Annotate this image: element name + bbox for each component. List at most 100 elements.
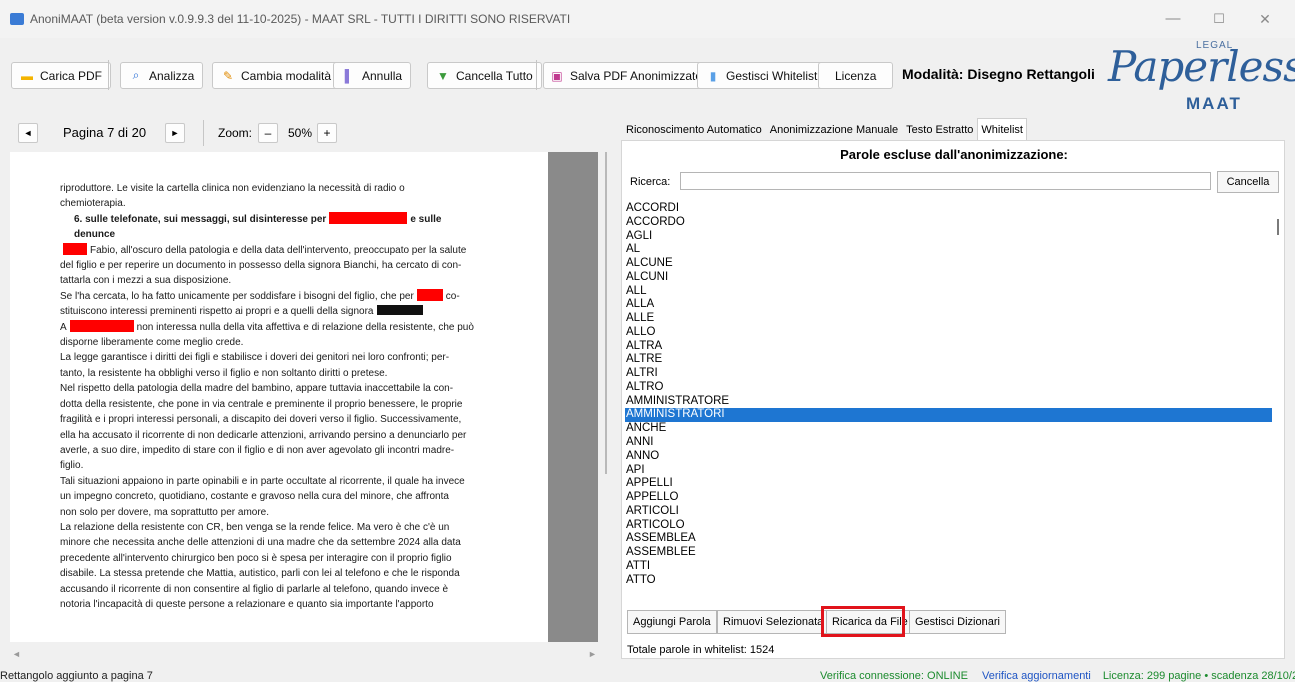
save-pdf-button[interactable]: ▣ Salva PDF Anonimizzato <box>543 62 710 89</box>
app-icon <box>10 13 24 25</box>
add-word-button[interactable]: Aggiungi Parola <box>627 610 717 634</box>
list-item[interactable]: ATTI <box>625 560 1272 574</box>
document-line: 6. sulle telefonate, sui messaggi, sul d… <box>60 211 500 227</box>
list-item[interactable]: ASSEMBLEA <box>625 532 1272 546</box>
list-item[interactable]: ARTICOLI <box>625 505 1272 519</box>
vertical-scrollbar[interactable] <box>605 152 607 474</box>
list-item[interactable]: ANNO <box>625 450 1272 464</box>
manage-dictionaries-button[interactable]: Gestisci Dizionari <box>909 610 1006 634</box>
remove-selected-button[interactable]: Rimuovi Selezionata <box>717 610 830 634</box>
document-text: co- <box>445 290 460 302</box>
license-label: Licenza <box>835 68 877 83</box>
whitelist-list[interactable]: ACCORDI ACCORDO AGLI AL ALCUNE ALCUNI ALL ALLA A… <box>625 202 1272 597</box>
list-item[interactable]: ACCORDI <box>625 202 1272 216</box>
redaction-box[interactable] <box>69 319 134 332</box>
list-item[interactable]: ANCHE <box>625 422 1272 436</box>
list-item[interactable]: ALTRO <box>625 381 1272 395</box>
list-item[interactable]: APPELLI <box>625 477 1272 491</box>
list-item[interactable]: ALLE <box>625 312 1272 326</box>
change-mode-button[interactable]: ✎ Cambia modalità <box>212 62 341 89</box>
scroll-left-icon[interactable]: ◄ <box>12 649 21 659</box>
list-item[interactable]: ATTO <box>625 574 1272 588</box>
list-item[interactable]: ALTRI <box>625 367 1272 381</box>
zoom-out-button[interactable]: – <box>258 123 278 143</box>
minimize-button[interactable]: — <box>1150 6 1196 32</box>
document-text: Tali situazioni appaiono in parte opinab… <box>60 475 465 487</box>
document-line: riproduttore. Le visite la cartella clin… <box>60 181 500 196</box>
document-text: precedente all'intervento chirurgico ben… <box>60 552 452 564</box>
tab-manual-anonymization[interactable]: Anonimizzazione Manuale <box>766 118 902 140</box>
tab-auto-recognition[interactable]: Riconoscimento Automatico <box>622 118 766 140</box>
connection-status: Verifica connessione: ONLINE <box>820 670 968 682</box>
list-item[interactable]: AMMINISTRATORI <box>625 408 1272 423</box>
tab-extracted-text[interactable]: Testo Estratto <box>902 118 977 140</box>
document-text: disabile. La stessa pretende che Mattia,… <box>60 568 460 580</box>
list-item[interactable]: ARTICOLO <box>625 519 1272 533</box>
check-updates-link[interactable]: Verifica aggiornamenti <box>982 670 1091 682</box>
undo-label: Annulla <box>362 68 403 83</box>
license-status: Licenza: 299 pagine • scadenza 28/10/202… <box>1102 670 1295 682</box>
document-text: minore che necessita anche delle attenzi… <box>60 537 461 549</box>
redaction-box[interactable] <box>376 305 423 316</box>
scroll-right-icon[interactable]: ► <box>588 649 597 659</box>
list-item[interactable]: APPELLO <box>625 491 1272 505</box>
list-item[interactable]: AGLI <box>625 230 1272 244</box>
horizontal-scrollbar[interactable]: ◄ ► <box>10 648 600 662</box>
cancel-search-button[interactable]: Cancella <box>1217 171 1279 193</box>
list-item[interactable]: ALCUNI <box>625 271 1272 285</box>
list-scrollbar-thumb[interactable] <box>1277 219 1279 235</box>
prev-page-button[interactable]: ◄ <box>18 123 38 143</box>
load-pdf-button[interactable]: ▬ Carica PDF <box>11 62 112 89</box>
document-line: denunce <box>60 227 500 242</box>
redaction-box[interactable] <box>63 242 87 255</box>
whitelist-total: Totale parole in whitelist: 1524 <box>627 644 775 656</box>
list-item[interactable]: ALLA <box>625 298 1272 312</box>
highlight-frame <box>821 606 905 637</box>
redaction-box[interactable] <box>329 211 408 224</box>
document-text: un impegno concreto, quotidiano, costant… <box>60 491 449 503</box>
document-line: tattarla con i mezzi a sua disposizione. <box>60 273 500 288</box>
document-text: denunce <box>74 229 116 241</box>
maximize-button[interactable]: ☐ <box>1196 6 1242 32</box>
document-text: La legge garantisce i diritti dei figli … <box>60 352 450 364</box>
close-button[interactable]: ✕ <box>1242 6 1288 32</box>
license-button[interactable]: Licenza <box>818 62 894 89</box>
document-line: La relazione della resistente con CR, be… <box>60 520 500 535</box>
document-text: non interessa nulla della vita affettiva… <box>136 321 474 333</box>
tab-whitelist[interactable]: Whitelist <box>977 118 1027 140</box>
zoom-in-button[interactable]: + <box>317 123 337 143</box>
document-text: stituiscono interessi preminenti rispett… <box>60 306 374 318</box>
next-page-button[interactable]: ► <box>165 123 185 143</box>
list-item[interactable]: ALLO <box>625 326 1272 340</box>
list-item[interactable]: ASSEMBLEE <box>625 546 1272 560</box>
pencil-icon: ✎ <box>222 68 234 83</box>
search-input[interactable] <box>680 172 1211 190</box>
clear-all-button[interactable]: ▼ Cancella Tutto <box>427 62 542 89</box>
analyze-button[interactable]: ⌕ Analizza <box>120 62 204 89</box>
redaction-box[interactable] <box>416 288 443 301</box>
list-item[interactable]: ANNI <box>625 436 1272 450</box>
canvas-background <box>548 152 598 642</box>
zoom-label: Zoom: <box>218 126 253 140</box>
document-text: 6. sulle telefonate, sui messaggi, sul d… <box>74 213 327 225</box>
list-item[interactable]: AMMINISTRATORE <box>625 395 1272 409</box>
trash-icon: ▼ <box>437 68 449 83</box>
document-text: fragilità e i propri interessi personali… <box>60 414 462 426</box>
document-line: precedente all'intervento chirurgico ben… <box>60 551 500 566</box>
document-line: non solo per dovere, ma soprattutto per … <box>60 505 500 520</box>
logo-maat: MAAT <box>1186 94 1242 113</box>
list-item[interactable]: API <box>625 464 1272 478</box>
list-item[interactable]: ALTRA <box>625 340 1272 354</box>
list-item[interactable]: ALTRE <box>625 353 1272 367</box>
manage-whitelist-button[interactable]: ▮ Gestisci Whitelist <box>697 62 827 89</box>
pdf-canvas[interactable]: riproduttore. Le visite la cartella clin… <box>10 152 548 642</box>
undo-button[interactable]: ▌ Annulla <box>333 62 412 89</box>
document-line: chemioterapia. <box>60 196 500 211</box>
document-line: notoria l'incapacità di queste persone a… <box>60 597 500 612</box>
list-item[interactable]: ALL <box>625 285 1272 299</box>
list-item[interactable]: ALCUNE <box>625 257 1272 271</box>
list-item[interactable]: ACCORDO <box>625 216 1272 230</box>
toolbar-divider <box>536 60 537 90</box>
list-item[interactable]: AL <box>625 243 1272 257</box>
right-tabs: Riconoscimento Automatico Anonimizzazion… <box>622 118 1027 140</box>
